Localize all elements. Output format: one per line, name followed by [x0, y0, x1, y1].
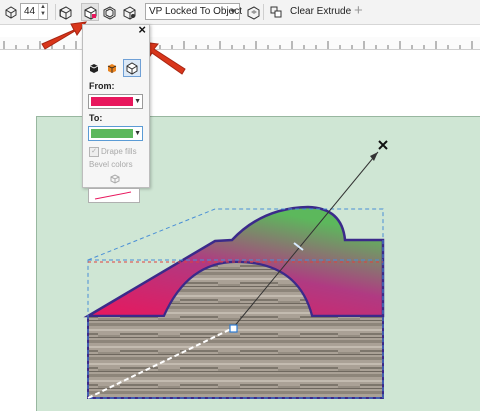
bevel-colors-label: Bevel colors: [89, 160, 133, 169]
annotation-arrow-icon: [41, 21, 88, 50]
from-color-picker[interactable]: ▼: [88, 94, 143, 109]
to-color-picker[interactable]: ▼: [88, 126, 143, 141]
extrude-color-popup: × From: ▼ To: ▼ ✓ Drape fills Bevel colo…: [82, 22, 150, 203]
from-label: From:: [89, 81, 115, 91]
depth-handle[interactable]: [229, 324, 238, 333]
drape-fills-checkbox[interactable]: ✓: [89, 147, 99, 157]
use-object-fill-icon[interactable]: [87, 61, 103, 77]
use-color-shading-icon[interactable]: [123, 59, 141, 77]
drape-fills-label: Drape fills: [101, 147, 137, 156]
close-icon[interactable]: ×: [138, 22, 146, 37]
chevron-down-icon: ▼: [134, 130, 141, 137]
to-color-swatch: [91, 129, 133, 138]
bevel-color-picker: [88, 188, 140, 203]
vanishing-point-x-icon[interactable]: [378, 140, 388, 150]
to-label: To:: [89, 113, 103, 123]
from-color-swatch: [91, 97, 133, 106]
use-solid-color-icon[interactable]: [105, 61, 121, 77]
bevel-color-icon: [109, 173, 121, 188]
chevron-down-icon: ▼: [134, 98, 141, 105]
extruded-object[interactable]: [0, 0, 480, 410]
